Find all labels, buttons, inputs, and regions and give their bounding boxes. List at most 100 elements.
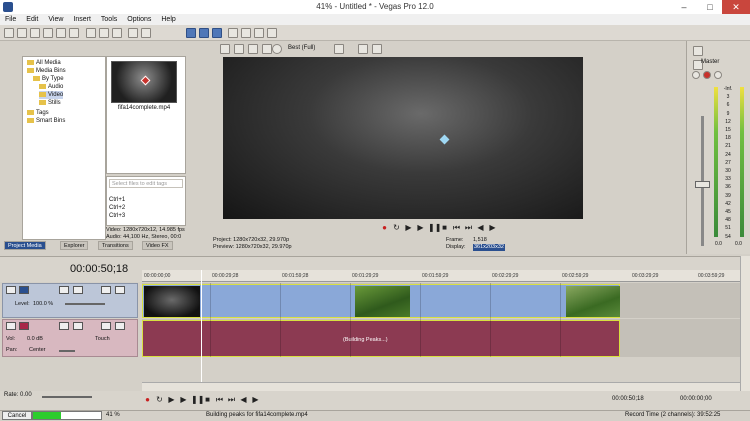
preview-quality-select[interactable]: Best (Full) [288,45,315,51]
play-from-start-icon[interactable]: ▶ [404,223,413,232]
preview-properties-icon[interactable] [220,44,230,54]
ignore-grouping-icon[interactable] [267,28,277,38]
play-icon[interactable]: ▶ [179,395,188,404]
audio-pan-slider[interactable] [59,350,75,352]
lock-envelopes-icon[interactable] [254,28,264,38]
rate-slider[interactable] [42,396,92,398]
video-clip[interactable] [142,284,620,318]
tags-input[interactable]: Select files to edit tags [109,179,183,188]
external-monitor-icon[interactable] [234,44,244,54]
split-screen-icon[interactable] [262,44,272,54]
track-arm-icon[interactable] [59,322,69,330]
save-snapshot-icon[interactable] [372,44,382,54]
media-thumbnail[interactable] [111,61,177,103]
record-icon[interactable]: ● [380,223,389,232]
menu-edit[interactable]: Edit [21,14,43,25]
cut-icon[interactable] [86,28,96,38]
overlays-icon[interactable] [334,44,344,54]
tree-media-bins[interactable]: Media Bins [27,67,66,75]
tab-video-fx[interactable]: Video FX [142,241,173,250]
redo-icon[interactable] [141,28,151,38]
tree-tags[interactable]: Tags [27,109,49,117]
next-frame-icon[interactable]: ▶ [488,223,497,232]
video-track[interactable] [142,283,740,318]
track-solo-icon[interactable] [115,322,125,330]
copy-snapshot-icon[interactable] [358,44,368,54]
minimize-button[interactable]: – [674,0,694,14]
cancel-button[interactable]: Cancel [2,411,32,420]
master-properties-icon[interactable] [693,46,703,56]
track-mute-icon[interactable] [101,322,111,330]
go-to-end-icon[interactable]: ⏭ [227,395,236,404]
tree-all-media[interactable]: All Media [27,59,61,67]
tree-audio[interactable]: Audio [39,83,63,91]
play-from-start-icon[interactable]: ▶ [167,395,176,404]
master-fader-handle[interactable] [695,181,710,188]
record-icon[interactable]: ● [143,395,152,404]
save-as-icon[interactable] [43,28,53,38]
video-preview[interactable] [223,57,583,219]
paste-icon[interactable] [112,28,122,38]
track-fx-icon[interactable] [73,322,83,330]
open-icon[interactable] [17,28,27,38]
stop-icon[interactable]: ■ [440,223,449,232]
menu-view[interactable]: View [43,14,68,25]
timeline-ruler[interactable]: 00:00:00;00 00:00:29;28 00:01:59;28 00:0… [142,270,740,282]
normal-edit-tool-icon[interactable] [186,28,196,38]
menu-options[interactable]: Options [122,14,156,25]
master-mute-icon[interactable] [703,71,711,79]
properties-icon[interactable] [69,28,79,38]
playhead-cursor[interactable] [201,270,202,382]
go-to-start-icon[interactable]: ⏮ [215,395,224,404]
pause-icon[interactable]: ❚❚ [428,223,441,232]
tree-by-type[interactable]: By Type [33,75,64,83]
track-fx-icon[interactable] [73,286,83,294]
menu-insert[interactable]: Insert [68,14,96,25]
tab-explorer[interactable]: Explorer [60,241,89,250]
prev-frame-icon[interactable]: ◀ [476,223,485,232]
video-level-slider[interactable] [65,303,105,305]
snapping-icon[interactable] [228,28,238,38]
play-icon[interactable]: ▶ [416,223,425,232]
go-to-start-icon[interactable]: ⏮ [452,223,461,232]
menu-help[interactable]: Help [156,14,180,25]
audio-clip[interactable]: (Building Peaks...) [142,320,620,357]
fx-icon[interactable] [248,44,258,54]
go-to-end-icon[interactable]: ⏭ [464,223,473,232]
record-dot-icon[interactable] [272,44,282,54]
automation-mode[interactable]: Touch [95,336,110,342]
audio-track-header[interactable]: Vol: 0.0 dB Touch Pan: Center [2,319,138,357]
copy-icon[interactable] [99,28,109,38]
tree-smart-bins[interactable]: Smart Bins [27,117,65,125]
track-solo-icon[interactable] [115,286,125,294]
auto-crossfade-icon[interactable] [241,28,251,38]
video-track-header[interactable]: Level: 100.0 % [2,283,138,318]
next-frame-icon[interactable]: ▶ [251,395,260,404]
master-solo-icon[interactable] [714,71,722,79]
timeline-horizontal-scrollbar[interactable] [142,382,740,391]
selection-tool-icon[interactable] [212,28,222,38]
track-mute-icon[interactable] [101,286,111,294]
audio-track[interactable]: (Building Peaks...) [142,319,740,357]
close-button[interactable]: ✕ [722,0,750,14]
undo-icon[interactable] [128,28,138,38]
menu-tools[interactable]: Tools [96,14,122,25]
maximize-button[interactable]: □ [700,0,720,14]
pause-icon[interactable]: ❚❚ [191,395,204,404]
track-expand-icon[interactable] [6,322,16,330]
stop-icon[interactable]: ■ [203,395,212,404]
new-icon[interactable] [4,28,14,38]
tree-video[interactable]: Video [39,91,64,99]
envelope-tool-icon[interactable] [199,28,209,38]
render-icon[interactable] [56,28,66,38]
prev-frame-icon[interactable]: ◀ [239,395,248,404]
master-fx-icon[interactable] [692,71,700,79]
loop-icon[interactable]: ↻ [392,223,401,232]
timeline-vertical-scrollbar[interactable] [740,256,750,393]
tab-project-media[interactable]: Project Media [4,241,46,250]
tree-stills[interactable]: Stills [39,99,61,107]
menu-file[interactable]: File [0,14,21,25]
track-expand-icon[interactable] [6,286,16,294]
save-icon[interactable] [30,28,40,38]
loop-icon[interactable]: ↻ [155,395,164,404]
